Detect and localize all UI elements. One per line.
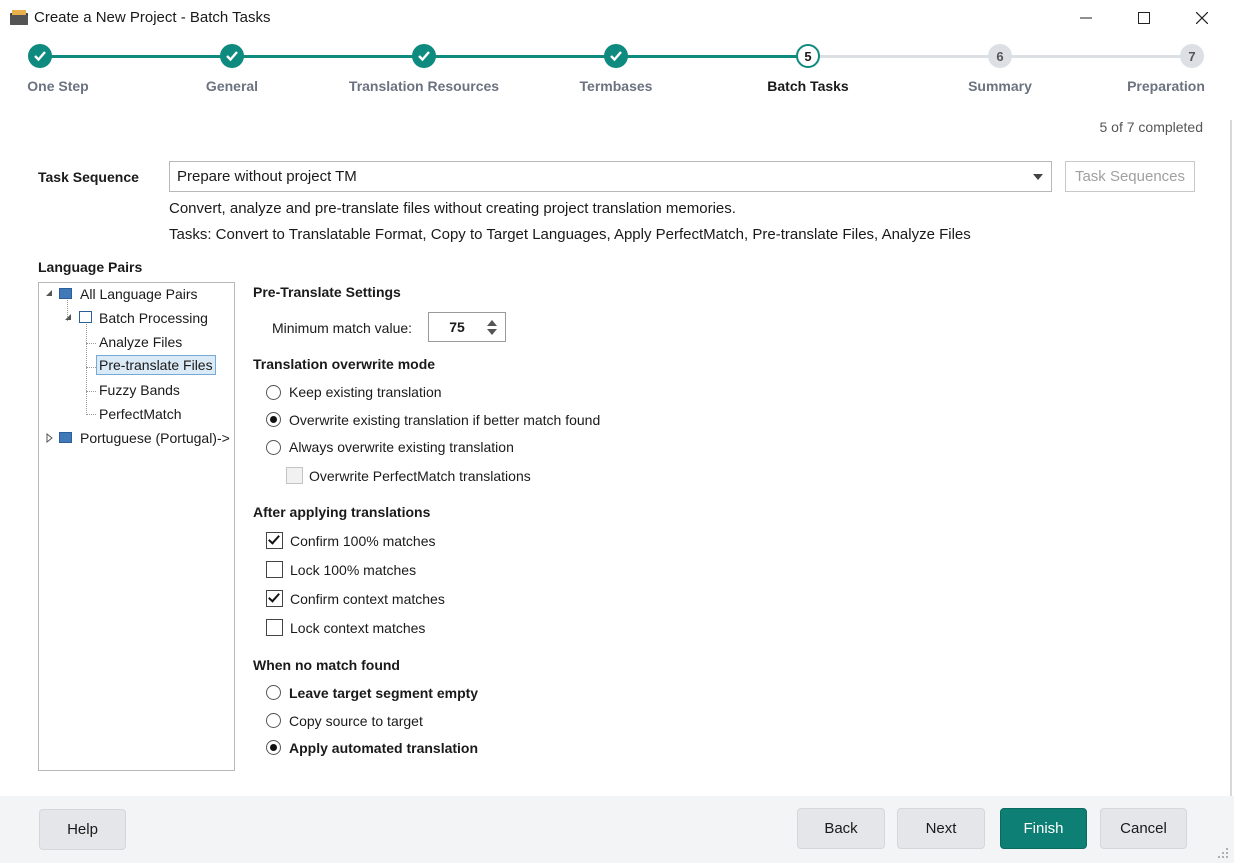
radio-keep-existing-label: Keep existing translation xyxy=(289,384,442,400)
min-match-value: 75 xyxy=(449,319,465,335)
step-label-summary: Summary xyxy=(968,78,1032,94)
step-7-number: 7 xyxy=(1180,44,1204,68)
minimize-button[interactable] xyxy=(1057,0,1115,36)
window-title: Create a New Project - Batch Tasks xyxy=(34,9,271,26)
tree-item-batch-processing[interactable]: Batch Processing xyxy=(99,310,208,326)
folder-app-icon xyxy=(10,10,28,25)
chevron-down-icon xyxy=(1033,174,1043,180)
checkbox-lock-100[interactable] xyxy=(266,561,283,578)
language-pair-icon xyxy=(59,432,72,443)
step-1-check-icon xyxy=(28,44,52,68)
close-icon xyxy=(1196,12,1208,24)
title-bar: Create a New Project - Batch Tasks xyxy=(0,0,1234,36)
progress-text: 5 of 7 completed xyxy=(1099,119,1203,135)
checkbox-lock-context-label: Lock context matches xyxy=(290,620,426,636)
step-4-check-icon xyxy=(604,44,628,68)
tree-connector xyxy=(86,367,96,368)
help-button[interactable]: Help xyxy=(39,809,126,850)
min-match-stepper[interactable]: 75 xyxy=(428,312,506,342)
tree-item-fuzzy-bands[interactable]: Fuzzy Bands xyxy=(99,382,180,398)
step-3-check-icon xyxy=(412,44,436,68)
step-label-batch-tasks: Batch Tasks xyxy=(767,78,849,94)
footer-bar: Help Back Next Finish Cancel xyxy=(0,796,1234,863)
close-button[interactable] xyxy=(1173,0,1231,36)
tree-connector xyxy=(86,343,96,344)
step-2-check-icon xyxy=(220,44,244,68)
radio-copy-source[interactable] xyxy=(266,713,281,728)
checkbox-confirm-100[interactable] xyxy=(266,532,283,549)
resize-grip-icon[interactable] xyxy=(1216,846,1230,860)
panel-right-border xyxy=(1230,120,1232,796)
overwrite-mode-title: Translation overwrite mode xyxy=(253,356,436,372)
task-sequences-button[interactable]: Task Sequences xyxy=(1065,161,1195,192)
step-label-general: General xyxy=(205,78,259,94)
checkbox-confirm-100-label: Confirm 100% matches xyxy=(290,533,436,549)
checkbox-confirm-context[interactable] xyxy=(266,590,283,607)
radio-leave-empty[interactable] xyxy=(266,685,281,700)
radio-keep-existing[interactable] xyxy=(266,385,281,400)
radio-overwrite-better[interactable] xyxy=(266,412,281,427)
tree-connector xyxy=(86,321,87,415)
batch-processing-icon xyxy=(79,311,92,323)
radio-apply-automated-label: Apply automated translation xyxy=(289,740,479,756)
step-label-termbases: Termbases xyxy=(579,78,653,94)
language-pairs-label: Language Pairs xyxy=(38,259,143,275)
step-label-one-step: One Step xyxy=(27,78,89,94)
checkmark-icon xyxy=(268,590,280,603)
task-sequence-tasks: Tasks: Convert to Translatable Format, C… xyxy=(169,226,971,243)
cancel-button[interactable]: Cancel xyxy=(1100,808,1187,849)
pretranslate-settings-title: Pre-Translate Settings xyxy=(253,284,401,300)
checkbox-lock-100-label: Lock 100% matches xyxy=(290,562,417,578)
maximize-button[interactable] xyxy=(1115,0,1173,36)
tree-item-perfectmatch[interactable]: PerfectMatch xyxy=(99,406,181,422)
back-button[interactable]: Back xyxy=(797,808,885,849)
radio-always-overwrite-label: Always overwrite existing translation xyxy=(289,439,514,455)
next-button[interactable]: Next xyxy=(897,808,985,849)
language-pairs-icon xyxy=(59,288,72,299)
collapsed-triangle-icon[interactable] xyxy=(46,433,54,443)
checkbox-lock-context[interactable] xyxy=(266,619,283,636)
step-label-translation-resources: Translation Resources xyxy=(348,78,500,94)
expanded-triangle-icon[interactable] xyxy=(45,289,53,297)
spin-up-icon[interactable] xyxy=(487,320,497,326)
tree-item-portuguese[interactable]: Portuguese (Portugal)-> xyxy=(80,430,230,446)
tree-connector xyxy=(86,391,96,392)
finish-button[interactable]: Finish xyxy=(1000,808,1087,849)
task-sequence-dropdown[interactable]: Prepare without project TM xyxy=(169,161,1052,192)
radio-copy-source-label: Copy source to target xyxy=(289,713,423,729)
checkbox-overwrite-perfectmatch[interactable] xyxy=(286,467,303,484)
tree-connector xyxy=(86,414,96,415)
radio-apply-automated[interactable] xyxy=(266,740,281,755)
maximize-icon xyxy=(1138,12,1150,24)
radio-always-overwrite[interactable] xyxy=(266,440,281,455)
task-sequence-selected-value: Prepare without project TM xyxy=(177,168,357,185)
expanded-triangle-icon[interactable] xyxy=(64,313,72,321)
task-sequence-description: Convert, analyze and pre-translate files… xyxy=(169,200,736,217)
minimize-icon xyxy=(1080,17,1092,19)
checkbox-confirm-context-label: Confirm context matches xyxy=(290,591,445,607)
language-pairs-tree[interactable]: All Language Pairs Batch Processing Anal… xyxy=(38,282,235,771)
spin-down-icon[interactable] xyxy=(487,329,497,335)
min-match-label: Minimum match value: xyxy=(272,320,413,336)
tree-item-pre-translate-files[interactable]: Pre-translate Files xyxy=(96,355,216,375)
checkmark-icon xyxy=(268,532,280,545)
tree-item-analyze-files[interactable]: Analyze Files xyxy=(99,334,182,350)
step-6-number: 6 xyxy=(988,44,1012,68)
no-match-title: When no match found xyxy=(253,657,400,673)
radio-leave-empty-label: Leave target segment empty xyxy=(289,685,479,701)
step-label-preparation: Preparation xyxy=(1127,78,1205,94)
task-sequence-label: Task Sequence xyxy=(38,169,139,185)
tree-item-all-language-pairs[interactable]: All Language Pairs xyxy=(80,286,198,302)
checkbox-overwrite-perfectmatch-label: Overwrite PerfectMatch translations xyxy=(309,468,531,484)
after-applying-title: After applying translations xyxy=(253,504,431,520)
step-5-number: 5 xyxy=(796,44,820,68)
radio-overwrite-better-label: Overwrite existing translation if better… xyxy=(289,412,601,428)
